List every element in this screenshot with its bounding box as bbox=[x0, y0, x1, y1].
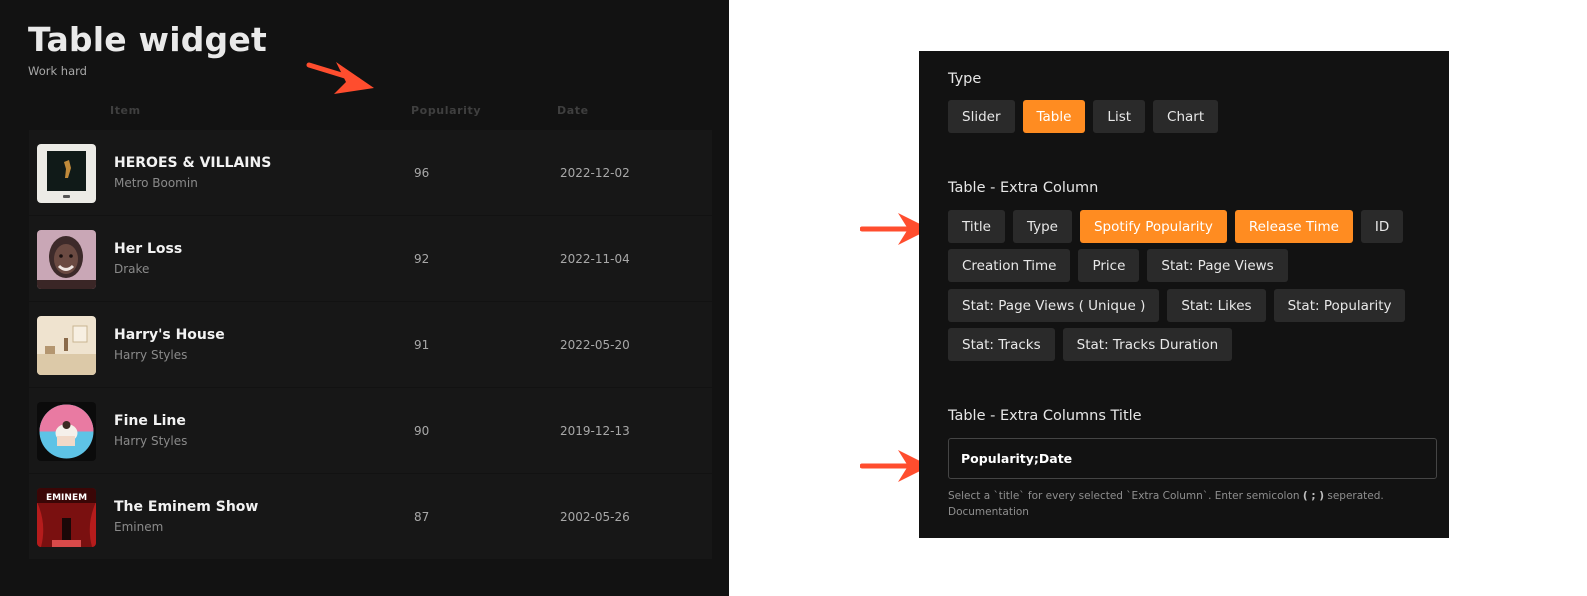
album-cover-her-loss bbox=[37, 230, 96, 289]
album-cover-harrys-house bbox=[37, 316, 96, 375]
extra-columns-title-input[interactable] bbox=[948, 438, 1437, 479]
extra-column-stat-page-views[interactable]: Stat: Page Views bbox=[1147, 249, 1288, 282]
help-text-after: seperated. bbox=[1327, 490, 1384, 502]
track-popularity: 96 bbox=[414, 166, 430, 180]
extra-columns-title-label: Table - Extra Columns Title bbox=[948, 408, 1142, 424]
column-header-item: Item bbox=[110, 104, 141, 117]
extra-column-title[interactable]: Title bbox=[948, 210, 1005, 243]
track-date: 2022-12-02 bbox=[560, 166, 630, 180]
eminem-cover-text: EMINEM bbox=[46, 493, 87, 503]
track-popularity: 91 bbox=[414, 338, 430, 352]
track-artist: Metro Boomin bbox=[114, 176, 198, 190]
track-title: Fine Line bbox=[114, 413, 186, 429]
track-artist: Drake bbox=[114, 262, 150, 276]
extra-column-stat-tracks-duration[interactable]: Stat: Tracks Duration bbox=[1062, 328, 1233, 361]
extra-column-stat-page-views-unique[interactable]: Stat: Page Views ( Unique ) bbox=[948, 289, 1160, 322]
table-row[interactable]: Fine Line Harry Styles 90 2019-12-13 bbox=[29, 388, 712, 473]
documentation-link[interactable]: Documentation bbox=[948, 506, 1029, 518]
table-row[interactable]: EMINEM The Eminem Show Eminem 87 2002-05… bbox=[29, 474, 712, 559]
column-header-popularity: Popularity bbox=[411, 104, 482, 117]
album-cover-fine-line bbox=[37, 402, 96, 461]
extra-column-stat-tracks[interactable]: Stat: Tracks bbox=[948, 328, 1055, 361]
widget-settings-panel: Type Slider Table List Chart Table - Ext… bbox=[919, 51, 1449, 538]
extra-column-creation-time[interactable]: Creation Time bbox=[948, 249, 1071, 282]
track-artist: Harry Styles bbox=[114, 434, 188, 448]
album-cover-heroes-villains bbox=[37, 144, 96, 203]
track-title: Her Loss bbox=[114, 241, 183, 257]
extra-column-options-row-3: Stat: Page Views ( Unique ) Stat: Likes … bbox=[948, 289, 1406, 322]
track-date: 2022-05-20 bbox=[560, 338, 630, 352]
extra-column-type[interactable]: Type bbox=[1012, 210, 1072, 243]
type-label: Type bbox=[948, 71, 982, 87]
arrow-right-icon bbox=[306, 62, 374, 94]
help-text-before: Select a `title` for every selected `Ext… bbox=[948, 490, 1300, 502]
extra-column-options-row-2: Creation Time Price Stat: Page Views bbox=[948, 249, 1288, 282]
track-title: Harry's House bbox=[114, 327, 225, 343]
track-artist: Eminem bbox=[114, 520, 164, 534]
track-date: 2002-05-26 bbox=[560, 510, 630, 524]
track-title: The Eminem Show bbox=[114, 499, 259, 515]
track-artist: Harry Styles bbox=[114, 348, 188, 362]
help-text-semicolon: ( ; ) bbox=[1302, 490, 1324, 502]
extra-column-release-time[interactable]: Release Time bbox=[1234, 210, 1353, 243]
column-header-date: Date bbox=[557, 104, 589, 117]
table-row[interactable]: Her Loss Drake 92 2022-11-04 bbox=[29, 216, 712, 301]
extra-column-id[interactable]: ID bbox=[1360, 210, 1404, 243]
table-row[interactable]: HEROES & VILLAINS Metro Boomin 96 2022-1… bbox=[29, 130, 712, 215]
table-row[interactable]: Harry's House Harry Styles 91 2022-05-20 bbox=[29, 302, 712, 387]
widget-title: Table widget bbox=[28, 20, 267, 59]
track-popularity: 87 bbox=[414, 510, 430, 524]
extra-column-price[interactable]: Price bbox=[1078, 249, 1140, 282]
extra-columns-title-help: Select a `title` for every selected `Ext… bbox=[948, 488, 1408, 520]
extra-column-options-row-4: Stat: Tracks Stat: Tracks Duration bbox=[948, 328, 1233, 361]
track-date: 2022-11-04 bbox=[560, 252, 630, 266]
type-options: Slider Table List Chart bbox=[948, 100, 1219, 133]
type-option-list[interactable]: List bbox=[1093, 100, 1146, 133]
extra-column-spotify-popularity[interactable]: Spotify Popularity bbox=[1079, 210, 1227, 243]
type-option-chart[interactable]: Chart bbox=[1153, 100, 1219, 133]
table-widget-preview: Table widget Work hard Item Popularity D… bbox=[0, 0, 729, 596]
track-title: HEROES & VILLAINS bbox=[114, 155, 272, 171]
track-popularity: 90 bbox=[414, 424, 430, 438]
extra-column-stat-likes[interactable]: Stat: Likes bbox=[1167, 289, 1266, 322]
extra-column-stat-popularity[interactable]: Stat: Popularity bbox=[1273, 289, 1406, 322]
type-option-table[interactable]: Table bbox=[1022, 100, 1086, 133]
extra-column-label: Table - Extra Column bbox=[948, 180, 1099, 196]
track-popularity: 92 bbox=[414, 252, 430, 266]
album-cover-eminem-show: EMINEM bbox=[37, 488, 96, 547]
extra-column-options-row-1: Title Type Spotify Popularity Release Ti… bbox=[948, 210, 1404, 243]
track-date: 2019-12-13 bbox=[560, 424, 630, 438]
widget-subtitle: Work hard bbox=[28, 64, 87, 78]
type-option-slider[interactable]: Slider bbox=[948, 100, 1015, 133]
